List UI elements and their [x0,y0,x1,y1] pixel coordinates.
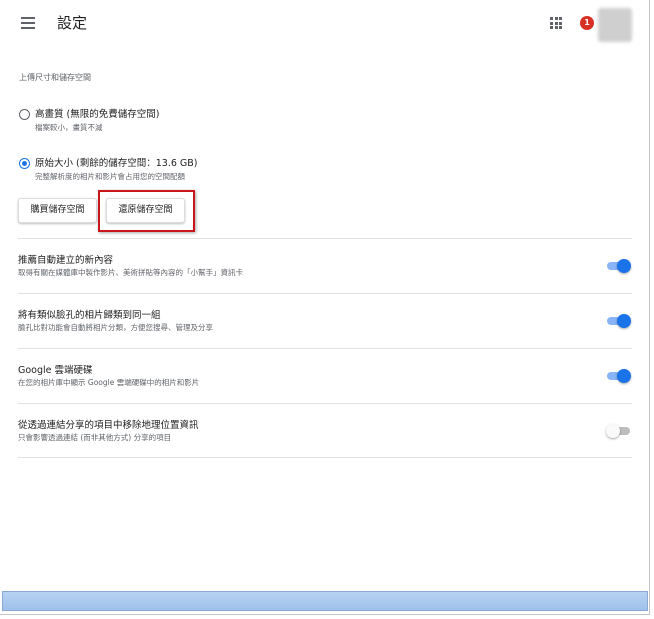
divider [18,293,632,294]
setting-subtitle-google-drive: 在您的相片庫中顯示 Google 雲端硬碟中的相片和影片 [18,378,200,387]
bottom-bar [2,591,648,611]
divider [18,348,632,349]
setting-subtitle-remove-location: 只會影響透過連結 (而非其他方式) 分享的項目 [18,433,172,442]
highlight-box [98,190,195,232]
original-size-radio[interactable] [19,158,30,169]
buy-storage-button[interactable]: 購買儲存空間 [18,198,97,223]
high-quality-radio[interactable] [19,109,30,120]
settings-window: 設定 1 上傳尺寸和儲存空間 高畫質 (無限的免費儲存空間) 檔案較小，畫質不減… [0,0,650,615]
avatar[interactable] [598,8,632,42]
setting-subtitle-face-grouping: 臉孔比對功能會自動將相片分類，方便您搜尋、管理及分享 [18,323,213,332]
apps-grid-icon[interactable] [550,17,562,29]
top-app-bar: 設定 1 [0,0,650,50]
setting-subtitle-suggestions: 取得有關在媒體庫中製作影片、美術拼貼等內容的「小幫手」資訊卡 [18,268,243,277]
divider [18,238,632,239]
setting-title-google-drive: Google 雲端硬碟 [18,365,93,376]
suggestions-toggle[interactable] [606,259,631,273]
upload-size-section-label: 上傳尺寸和儲存空間 [19,73,91,82]
google-drive-toggle[interactable] [606,369,631,383]
high-quality-subtitle: 檔案較小，畫質不減 [35,123,103,132]
remove-location-toggle[interactable] [606,424,631,438]
setting-title-suggestions: 推薦自動建立的新內容 [18,255,114,266]
divider [18,457,632,458]
high-quality-title: 高畫質 (無限的免費儲存空間) [35,109,160,120]
page-title: 設定 [57,14,88,32]
original-size-subtitle: 完整解析度的相片和影片會占用您的空間配額 [35,172,185,181]
notification-badge[interactable]: 1 [580,16,594,30]
setting-title-face-grouping: 將有類似臉孔的相片歸類到同一組 [18,310,161,321]
original-size-title: 原始大小 (剩餘的儲存空間：13.6 GB) [35,158,198,169]
setting-title-remove-location: 從透過連結分享的項目中移除地理位置資訊 [18,420,199,431]
divider [18,403,632,404]
menu-icon[interactable] [21,17,35,29]
face-grouping-toggle[interactable] [606,314,631,328]
